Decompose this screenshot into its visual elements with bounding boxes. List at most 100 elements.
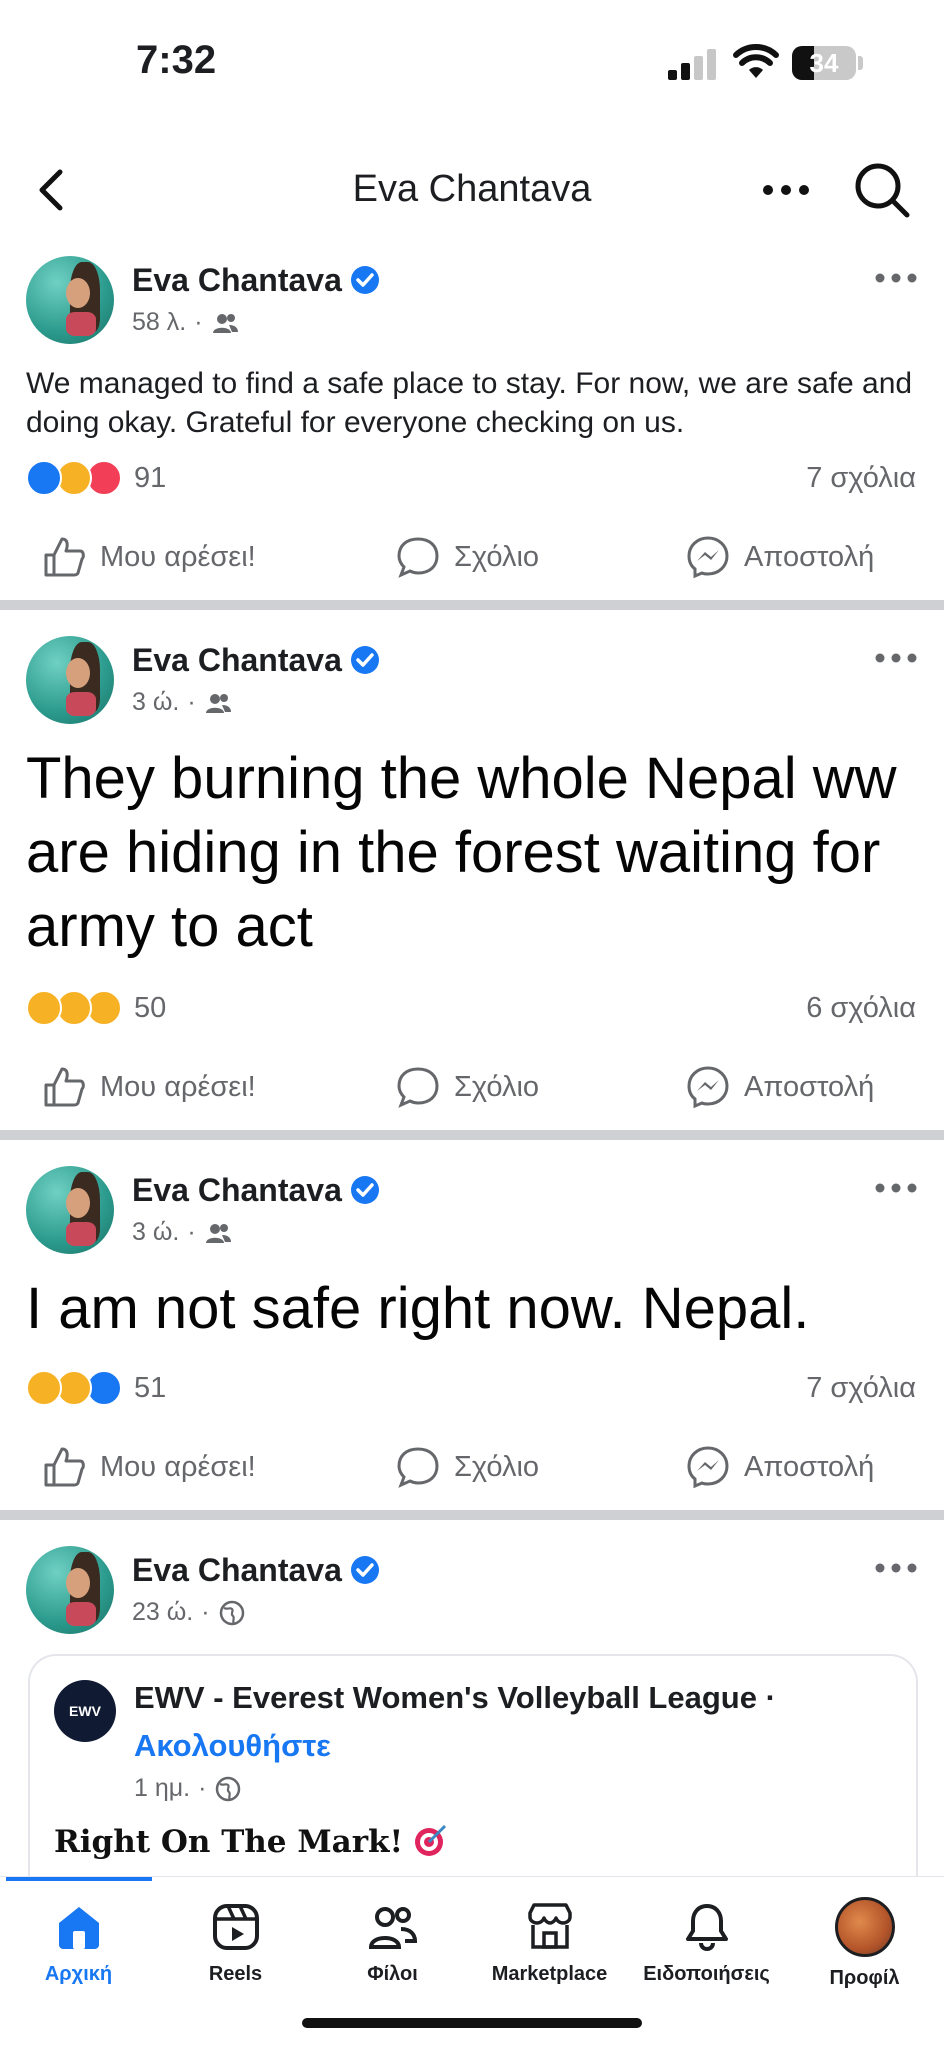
reels-icon [212, 1904, 259, 1950]
status-time: 7:32 [136, 38, 217, 82]
wifi-icon [733, 44, 779, 78]
post: Eva Chantava 3 ώ. · They burning the whol… [0, 630, 944, 1130]
post-author[interactable]: Eva Chantava [132, 642, 380, 679]
tab-notifications[interactable]: Ειδοποιήσεις [628, 1893, 785, 2003]
comments-count[interactable]: 7 σχόλια [806, 1372, 916, 1405]
post: Eva Chantava 3 ώ. · I am not safe right n… [0, 1160, 944, 1510]
reactions-summary[interactable]: 50 [26, 990, 166, 1026]
status-bar: 7:32 34 [0, 0, 944, 130]
post-time: 23 ώ. [132, 1598, 194, 1626]
like-button[interactable]: Μου αρέσει! [42, 522, 256, 592]
globe-icon [219, 1600, 244, 1625]
cellular-signal-icon [668, 48, 720, 80]
post-meta: 23 ώ. · [132, 1598, 246, 1627]
post-more-icon[interactable] [874, 268, 918, 288]
post-text: They burning the whole Nepal ww are hidi… [26, 746, 897, 959]
battery-icon: 34 [792, 46, 856, 80]
friends-icon [212, 313, 238, 333]
comment-button[interactable]: Σχόλιο [396, 1052, 539, 1122]
dart-target-icon [415, 1824, 447, 1856]
comment-button[interactable]: Σχόλιο [396, 1432, 539, 1502]
marketplace-icon [527, 1903, 572, 1949]
like-button[interactable]: Μου αρέσει! [42, 1432, 256, 1502]
post-meta: 3 ώ. · [132, 688, 232, 717]
post-more-icon[interactable] [874, 648, 918, 668]
share-button[interactable]: Αποστολή [686, 1432, 874, 1502]
messenger-icon [687, 1066, 729, 1109]
reaction-count: 50 [134, 991, 167, 1024]
verified-badge-icon [350, 1176, 379, 1204]
friends-tab-icon [368, 1907, 417, 1949]
post-divider [0, 1510, 944, 1520]
page-logo[interactable]: EWV [54, 1680, 116, 1742]
post-actions: Μου αρέσει! Σχόλιο Αποστολή [0, 1432, 944, 1502]
shared-post-time: 1 ημ. [134, 1774, 191, 1802]
verified-badge-icon [350, 1556, 379, 1584]
tab-reels[interactable]: Reels [157, 1893, 314, 2003]
profile-avatar [834, 1897, 895, 1957]
thumbs-up-icon [44, 1447, 85, 1487]
comment-icon [397, 1067, 439, 1108]
globe-icon [216, 1776, 241, 1801]
post-divider [0, 600, 944, 610]
wow-reaction-icon [26, 990, 62, 1026]
tab-friends[interactable]: Φίλοι [314, 1893, 471, 2003]
messenger-icon [687, 1446, 729, 1489]
post-more-icon[interactable] [874, 1558, 918, 1578]
post: Eva Chantava 58 λ. · We managed to find a… [0, 250, 944, 600]
friends-icon [205, 1223, 231, 1243]
like-button[interactable]: Μου αρέσει! [42, 1052, 256, 1122]
post-meta: 58 λ. · [132, 308, 239, 337]
reaction-count: 91 [134, 461, 167, 494]
reactions-summary[interactable]: 91 [26, 460, 166, 496]
friends-icon [205, 693, 231, 713]
comment-button[interactable]: Σχόλιο [396, 522, 539, 592]
active-tab-indicator [6, 1877, 152, 1881]
avatar[interactable] [26, 256, 114, 344]
comment-icon [397, 1447, 439, 1488]
avatar[interactable] [26, 636, 114, 724]
post-divider [0, 1130, 944, 1140]
messenger-icon [687, 536, 729, 579]
shared-post-meta: 1 ημ. · [134, 1774, 242, 1803]
post-text: We managed to find a safe place to stay.… [26, 367, 913, 439]
avatar[interactable] [26, 1166, 114, 1254]
post-actions: Μου αρέσει! Σχόλιο Αποστολή [0, 522, 944, 592]
shared-page-name[interactable]: EWV - Everest Women's Volleyball League … [134, 1680, 776, 1716]
post-author[interactable]: Eva Chantava [132, 1172, 380, 1209]
reactions-summary[interactable]: 51 [26, 1370, 166, 1406]
comments-count[interactable]: 6 σχόλια [806, 992, 916, 1025]
post-time: 58 λ. [132, 308, 187, 336]
nav-header: Eva Chantava [0, 130, 944, 250]
follow-link[interactable]: Ακολουθήστε [134, 1728, 331, 1764]
more-options-icon[interactable] [760, 174, 812, 206]
post-text: I am not safe right now. Nepal. [26, 1276, 810, 1341]
post-meta: 3 ώ. · [132, 1218, 232, 1247]
like-reaction-icon [26, 460, 62, 496]
battery-level: 34 [809, 48, 839, 78]
verified-badge-icon [350, 266, 379, 294]
tab-marketplace[interactable]: Marketplace [471, 1893, 628, 2003]
thumbs-up-icon [44, 1067, 85, 1107]
comment-icon [397, 537, 439, 578]
tab-home[interactable]: Αρχική [0, 1893, 157, 2003]
home-indicator [302, 2018, 642, 2028]
home-icon [58, 1907, 99, 1949]
bell-icon [685, 1904, 728, 1952]
post-author[interactable]: Eva Chantava [132, 1552, 380, 1589]
share-button[interactable]: Αποστολή [686, 1052, 874, 1122]
post-actions: Μου αρέσει! Σχόλιο Αποστολή [0, 1052, 944, 1122]
post-more-icon[interactable] [874, 1178, 918, 1198]
verified-badge-icon [350, 646, 379, 674]
share-button[interactable]: Αποστολή [686, 522, 874, 592]
comments-count[interactable]: 7 σχόλια [806, 462, 916, 495]
reaction-count: 51 [134, 1371, 167, 1404]
avatar[interactable] [26, 1546, 114, 1634]
tab-profile[interactable]: Προφίλ [786, 1893, 943, 2003]
shared-post-text: Right On The Mark! [54, 1822, 449, 1860]
post-time: 3 ώ. [132, 688, 180, 716]
post-author[interactable]: Eva Chantava [132, 262, 380, 299]
shared-post-card[interactable]: EWV EWV - Everest Women's Volleyball Lea… [28, 1654, 918, 1894]
post-time: 3 ώ. [132, 1218, 180, 1246]
search-icon[interactable] [852, 160, 912, 220]
